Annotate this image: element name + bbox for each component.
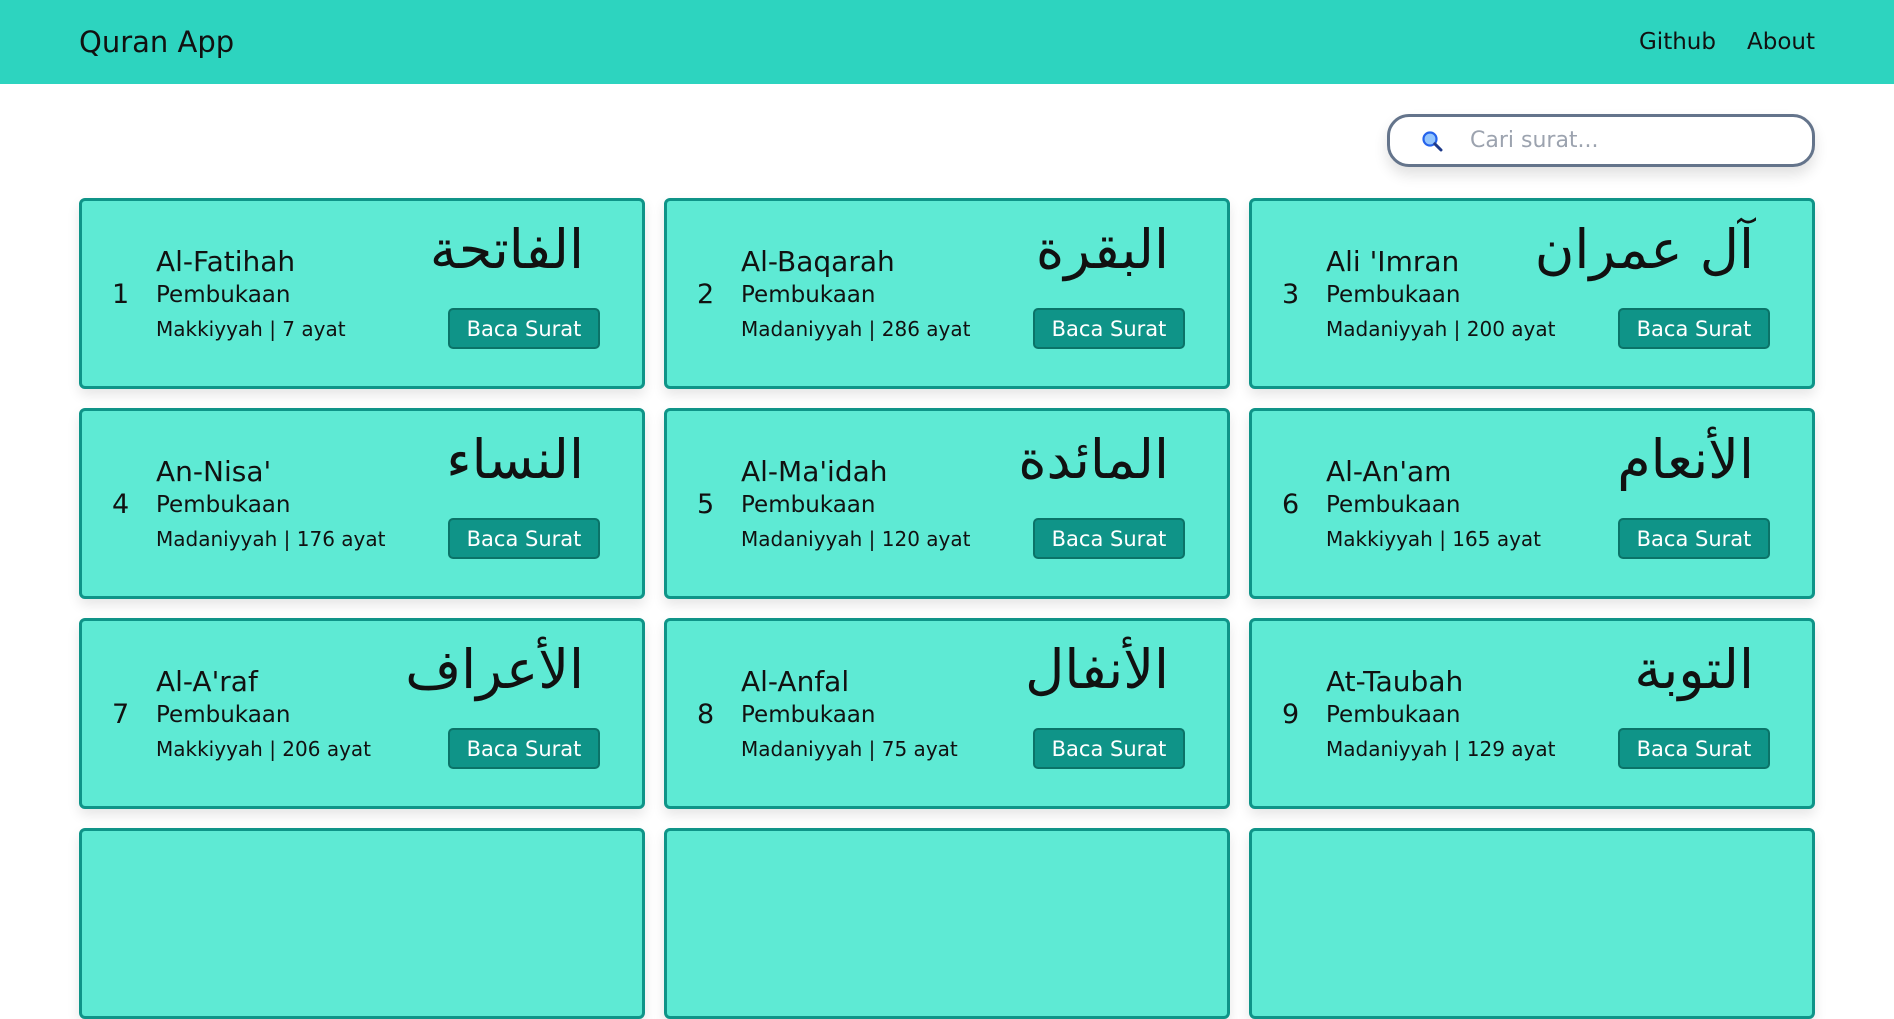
- surah-number: 8: [697, 699, 715, 730]
- surah-meaning: Pembukaan: [741, 702, 876, 728]
- surah-meaning: Pembukaan: [741, 282, 876, 308]
- surah-card[interactable]: 1 Al-Fatihah Pembukaan Makkiyyah | 7 aya…: [79, 198, 645, 389]
- surah-info: Al-Fatihah Pembukaan Makkiyyah | 7 ayat: [156, 245, 346, 347]
- read-surah-button[interactable]: Baca Surat: [1618, 728, 1770, 769]
- surah-meta: Madaniyyah | 120 ayat: [741, 527, 971, 551]
- read-surah-button[interactable]: Baca Surat: [448, 728, 600, 769]
- surah-number: 9: [1282, 699, 1300, 730]
- surah-arabic-name: الأنعام: [1617, 428, 1754, 491]
- surah-name: Al-Fatihah: [156, 245, 296, 278]
- surah-info: Al-Anfal Pembukaan Madaniyyah | 75 ayat: [741, 665, 958, 767]
- surah-info: Al-Ma'idah Pembukaan Madaniyyah | 120 ay…: [741, 455, 970, 557]
- surah-card[interactable]: 6 Al-An'am Pembukaan Makkiyyah | 165 aya…: [1249, 408, 1815, 599]
- surah-meaning: Pembukaan: [156, 492, 291, 518]
- surah-card[interactable]: 8 Al-Anfal Pembukaan Madaniyyah | 75 aya…: [664, 618, 1230, 809]
- surah-number: 4: [112, 489, 130, 520]
- surah-info: At-Taubah Pembukaan Madaniyyah | 129 aya…: [1326, 665, 1555, 767]
- surah-card[interactable]: 2 Al-Baqarah Pembukaan Madaniyyah | 286 …: [664, 198, 1230, 389]
- surah-meaning: Pembukaan: [156, 282, 291, 308]
- read-surah-button[interactable]: Baca Surat: [448, 518, 600, 559]
- surah-name: An-Nisa': [156, 455, 272, 488]
- surah-card[interactable]: 4 An-Nisa' Pembukaan Madaniyyah | 176 ay…: [79, 408, 645, 599]
- surah-number: 7: [112, 699, 130, 730]
- surah-number: 1: [112, 279, 130, 310]
- surah-number: 6: [1282, 489, 1300, 520]
- surah-grid: 1 Al-Fatihah Pembukaan Makkiyyah | 7 aya…: [79, 198, 1815, 1019]
- search-icon: [1420, 130, 1444, 152]
- surah-card[interactable]: [79, 828, 645, 1019]
- surah-info: Ali 'Imran Pembukaan Madaniyyah | 200 ay…: [1326, 245, 1555, 347]
- app-brand[interactable]: Quran App: [79, 25, 234, 59]
- surah-meta: Makkiyyah | 165 ayat: [1326, 527, 1542, 551]
- surah-info: An-Nisa' Pembukaan Madaniyyah | 176 ayat: [156, 455, 385, 557]
- surah-number: 2: [697, 279, 715, 310]
- surah-info: Al-Baqarah Pembukaan Madaniyyah | 286 ay…: [741, 245, 970, 347]
- read-surah-button[interactable]: Baca Surat: [1033, 518, 1185, 559]
- surah-card[interactable]: 3 Ali 'Imran Pembukaan Madaniyyah | 200 …: [1249, 198, 1815, 389]
- surah-arabic-name: النساء: [446, 428, 584, 491]
- surah-meaning: Pembukaan: [1326, 492, 1461, 518]
- surah-name: Al-Ma'idah: [741, 455, 888, 488]
- surah-name: At-Taubah: [1326, 665, 1464, 698]
- surah-name: Al-A'raf: [156, 665, 258, 698]
- surah-arabic-name: البقرة: [1035, 218, 1169, 281]
- surah-card[interactable]: 9 At-Taubah Pembukaan Madaniyyah | 129 a…: [1249, 618, 1815, 809]
- read-surah-button[interactable]: Baca Surat: [1618, 518, 1770, 559]
- surah-name: Al-An'am: [1326, 455, 1452, 488]
- navbar: Quran App Github About: [0, 0, 1894, 84]
- surah-meaning: Pembukaan: [1326, 282, 1461, 308]
- surah-card[interactable]: [1249, 828, 1815, 1019]
- nav-link-about[interactable]: About: [1747, 29, 1815, 55]
- surah-card[interactable]: 7 Al-A'raf Pembukaan Makkiyyah | 206 aya…: [79, 618, 645, 809]
- search-box: [1387, 114, 1815, 167]
- read-surah-button[interactable]: Baca Surat: [448, 308, 600, 349]
- surah-meaning: Pembukaan: [1326, 702, 1461, 728]
- surah-name: Al-Anfal: [741, 665, 850, 698]
- surah-number: 5: [697, 489, 715, 520]
- surah-card[interactable]: 5 Al-Ma'idah Pembukaan Madaniyyah | 120 …: [664, 408, 1230, 599]
- surah-name: Ali 'Imran: [1326, 245, 1460, 278]
- surah-name: Al-Baqarah: [741, 245, 895, 278]
- surah-meta: Makkiyyah | 7 ayat: [156, 317, 346, 341]
- search-input[interactable]: [1468, 127, 1792, 154]
- surah-number: 3: [1282, 279, 1300, 310]
- surah-card[interactable]: [664, 828, 1230, 1019]
- surah-arabic-name: التوبة: [1634, 638, 1754, 701]
- nav-links: Github About: [1639, 29, 1815, 55]
- surah-info: Al-An'am Pembukaan Makkiyyah | 165 ayat: [1326, 455, 1541, 557]
- read-surah-button[interactable]: Baca Surat: [1033, 308, 1185, 349]
- surah-arabic-name: الأنفال: [1025, 638, 1169, 701]
- read-surah-button[interactable]: Baca Surat: [1033, 728, 1185, 769]
- surah-arabic-name: آل عمران: [1534, 218, 1754, 281]
- surah-info: Al-A'raf Pembukaan Makkiyyah | 206 ayat: [156, 665, 371, 767]
- surah-meta: Madaniyyah | 75 ayat: [741, 737, 958, 761]
- surah-meaning: Pembukaan: [156, 702, 291, 728]
- nav-link-github[interactable]: Github: [1639, 29, 1716, 55]
- surah-meta: Madaniyyah | 176 ayat: [156, 527, 386, 551]
- surah-arabic-name: المائدة: [1018, 428, 1169, 491]
- surah-meta: Makkiyyah | 206 ayat: [156, 737, 372, 761]
- surah-meta: Madaniyyah | 129 ayat: [1326, 737, 1556, 761]
- read-surah-button[interactable]: Baca Surat: [1618, 308, 1770, 349]
- surah-meta: Madaniyyah | 286 ayat: [741, 317, 971, 341]
- surah-arabic-name: الفاتحة: [429, 218, 584, 281]
- surah-meaning: Pembukaan: [741, 492, 876, 518]
- surah-meta: Madaniyyah | 200 ayat: [1326, 317, 1556, 341]
- surah-arabic-name: الأعراف: [405, 638, 584, 701]
